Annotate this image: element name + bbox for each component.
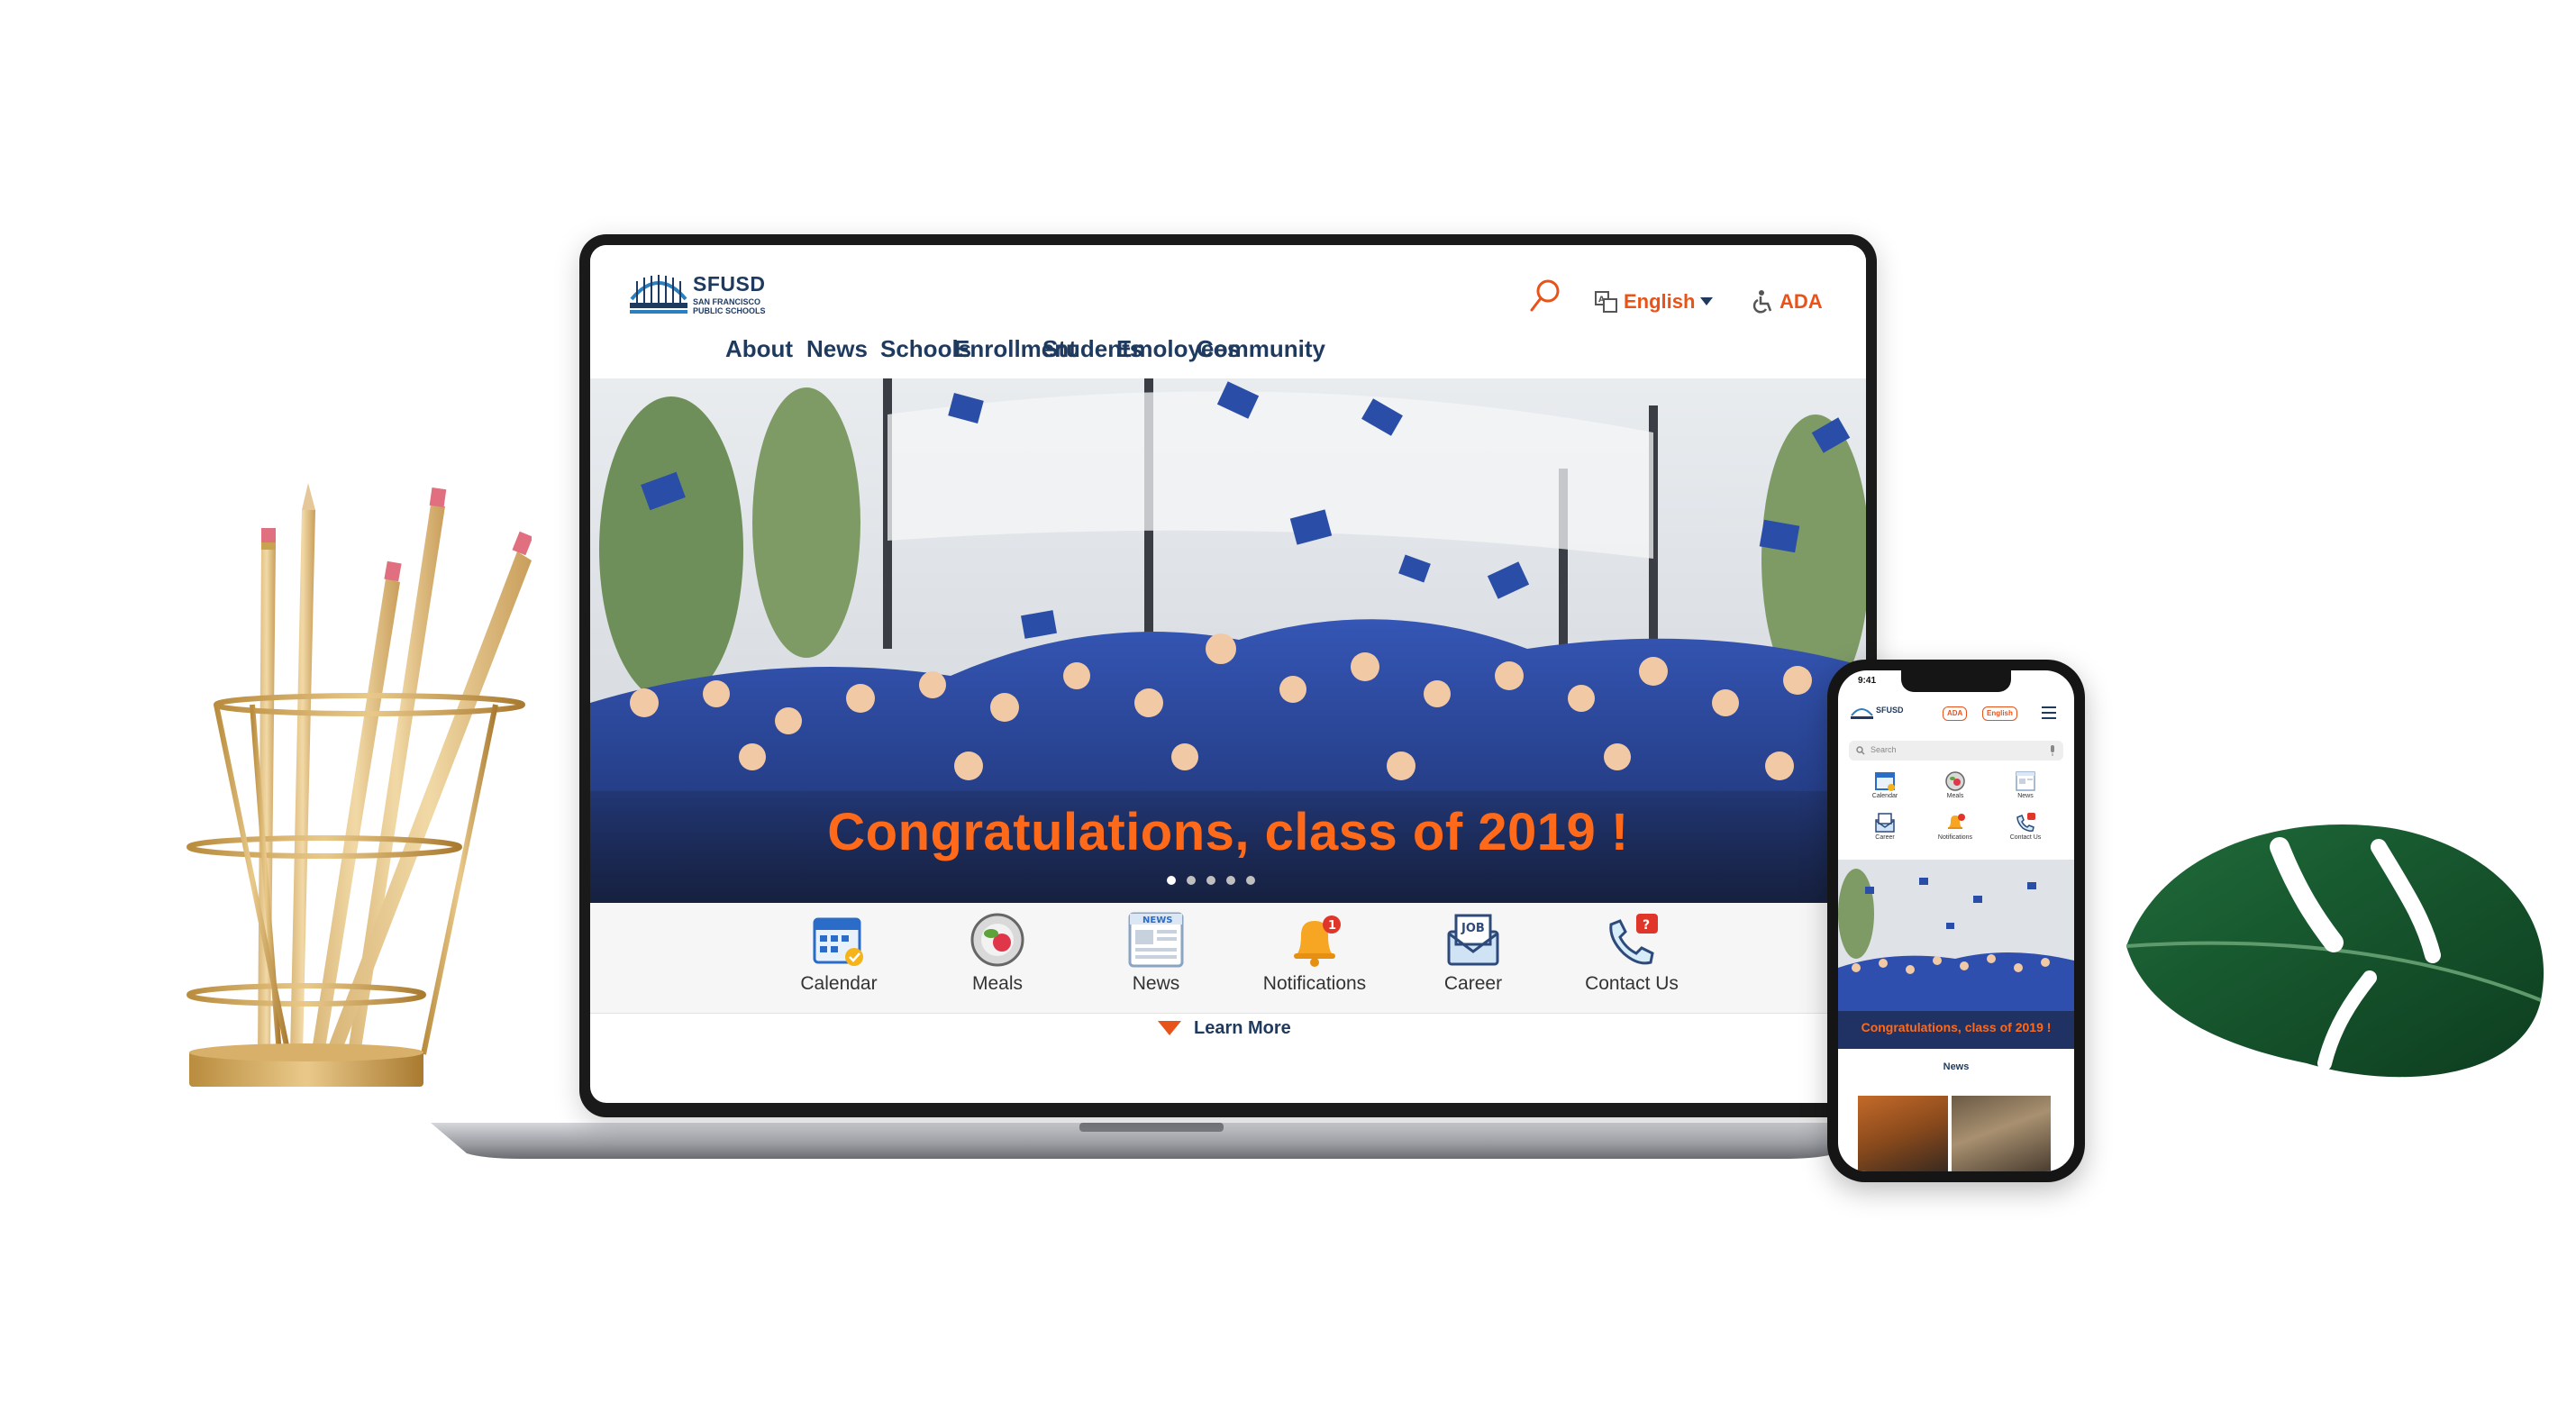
translate-icon: A — [1595, 291, 1617, 313]
mobile-language-button[interactable]: English — [1982, 706, 2017, 721]
mobile-hero-title: Congratulations, class of 2019 ! — [1861, 1020, 2052, 1034]
phone-status-time: 9:41 — [1858, 676, 1877, 686]
news-icon-text: NEWS — [1142, 915, 1172, 925]
laptop-base — [431, 1123, 1872, 1159]
website-desktop-screen: SFUSD SAN FRANCISCO PUBLIC SCHOOLS A Eng… — [590, 245, 1866, 1103]
quick-link-label: Calendar — [800, 973, 878, 994]
career-icon-text: JOB — [1461, 922, 1485, 935]
carousel-dot[interactable] — [1187, 876, 1196, 885]
mobile-quick-link-label: Meals — [1946, 793, 1964, 799]
learn-more-link[interactable]: Learn More — [1158, 1018, 1291, 1039]
news-icon: NEWS — [1128, 912, 1184, 968]
hero-carousel[interactable]: Congratulations, class of 2019 ! — [590, 378, 1866, 903]
quick-link-calendar[interactable]: Calendar — [767, 912, 911, 1011]
job-envelope-icon — [1875, 813, 1895, 833]
quick-link-label: Contact Us — [1585, 973, 1679, 994]
job-envelope-icon: JOB — [1447, 914, 1499, 966]
hamburger-menu-icon[interactable] — [2042, 706, 2056, 719]
mobile-quick-link-notifications[interactable]: Notifications — [1928, 813, 1982, 841]
carousel-dot[interactable] — [1226, 876, 1235, 885]
website-mobile-screen: 9:41 SFUSD ADA English Search Calendar M… — [1838, 670, 2074, 1171]
quick-link-label: Notifications — [1262, 973, 1367, 994]
pencil-holder-decoration — [187, 483, 532, 1087]
carousel-dot[interactable] — [1246, 876, 1255, 885]
nav-item-community[interactable]: Community — [1197, 335, 1325, 363]
nav-item-news[interactable]: News — [806, 335, 868, 363]
svg-text:A: A — [1598, 296, 1605, 305]
wheelchair-icon — [1752, 290, 1772, 314]
mobile-quick-link-label: Contact Us — [2009, 834, 2042, 841]
mobile-quick-link-contact-us[interactable]: Contact Us — [1998, 813, 2053, 841]
meals-icon — [1945, 771, 1965, 791]
quick-links-bar: Calendar Meals NEWS News 1 Notifications… — [590, 903, 1866, 1014]
quick-link-label: Career — [1443, 973, 1503, 994]
phone-icon: ? — [1609, 914, 1658, 965]
quick-link-career[interactable]: JOB Career — [1401, 912, 1545, 1011]
quick-link-label: News — [1132, 973, 1180, 994]
mobile-quick-link-meals[interactable]: Meals — [1928, 771, 1982, 799]
mobile-news-thumbnail[interactable] — [1858, 1096, 1948, 1171]
mobile-news-thumbnail[interactable] — [1952, 1096, 2051, 1171]
news-icon — [2016, 771, 2035, 791]
mobile-quick-link-label: Calendar — [1871, 793, 1898, 799]
mobile-header: SFUSD ADA English — [1838, 694, 2074, 730]
phone-icon — [2016, 813, 2035, 832]
mobile-search-placeholder: Search — [1871, 745, 1897, 754]
language-label: English — [1624, 290, 1696, 313]
phone-notch — [1901, 670, 2011, 692]
notification-bell-icon — [1948, 814, 1965, 829]
caret-down-icon — [1700, 297, 1714, 305]
quick-link-contact-us[interactable]: ? Contact Us — [1560, 912, 1704, 1011]
learn-more-label: Learn More — [1194, 1018, 1291, 1038]
site-header: SFUSD SAN FRANCISCO PUBLIC SCHOOLS A Eng… — [590, 245, 1866, 379]
svg-text:?: ? — [1643, 918, 1650, 933]
ada-accessibility-link[interactable]: ADA — [1752, 290, 1823, 314]
quick-link-label: Meals — [971, 973, 1024, 994]
mobile-ada-button[interactable]: ADA — [1943, 706, 1968, 721]
sfusd-logo[interactable]: SFUSD SAN FRANCISCO PUBLIC SCHOOLS — [630, 272, 783, 323]
mobile-logo-wordmark: SFUSD — [1876, 706, 1904, 715]
mobile-quick-link-career[interactable]: Career — [1858, 813, 1912, 841]
notification-bell-icon: 1 — [1294, 915, 1341, 967]
quick-link-notifications[interactable]: 1 Notifications — [1242, 912, 1387, 1011]
nav-item-about[interactable]: About — [725, 335, 793, 363]
logo-subtitle: SAN FRANCISCO PUBLIC SCHOOLS — [693, 297, 766, 315]
mobile-quick-link-calendar[interactable]: Calendar — [1858, 771, 1912, 799]
monstera-leaf-decoration — [2125, 824, 2544, 1078]
ada-label: ADA — [1780, 290, 1823, 313]
mobile-quick-link-label: Notifications — [1937, 834, 1973, 841]
language-selector[interactable]: A English — [1595, 290, 1714, 314]
golden-gate-bridge-logo-icon — [630, 275, 687, 314]
hero-title: Congratulations, class of 2019 ! — [827, 803, 1629, 861]
carousel-dot[interactable] — [1167, 876, 1176, 885]
search-icon[interactable] — [1527, 278, 1563, 314]
calendar-icon — [813, 917, 863, 966]
mobile-quick-link-news[interactable]: News — [1998, 771, 2053, 799]
microphone-icon[interactable] — [2049, 745, 2056, 756]
mobile-quick-link-label: News — [2017, 793, 2034, 799]
sfusd-logo-mobile[interactable]: SFUSD — [1851, 703, 1914, 723]
mobile-quick-link-label: Career — [1875, 834, 1895, 841]
search-icon — [1856, 746, 1865, 755]
carousel-dot[interactable] — [1206, 876, 1215, 885]
quick-link-meals[interactable]: Meals — [925, 912, 1070, 1011]
mobile-search-input[interactable]: Search — [1849, 741, 2063, 761]
mobile-news-heading: News — [1943, 1061, 1970, 1072]
quick-link-news[interactable]: NEWS News — [1084, 912, 1228, 1011]
carousel-dots — [1167, 876, 1293, 888]
main-navigation: About News Schools Enrollment Students E… — [725, 335, 1716, 371]
calendar-icon — [1875, 772, 1895, 791]
notification-badge: 1 — [1328, 919, 1336, 933]
triangle-down-icon — [1158, 1020, 1181, 1035]
meals-icon — [970, 913, 1024, 967]
logo-wordmark: SFUSD — [693, 272, 766, 296]
